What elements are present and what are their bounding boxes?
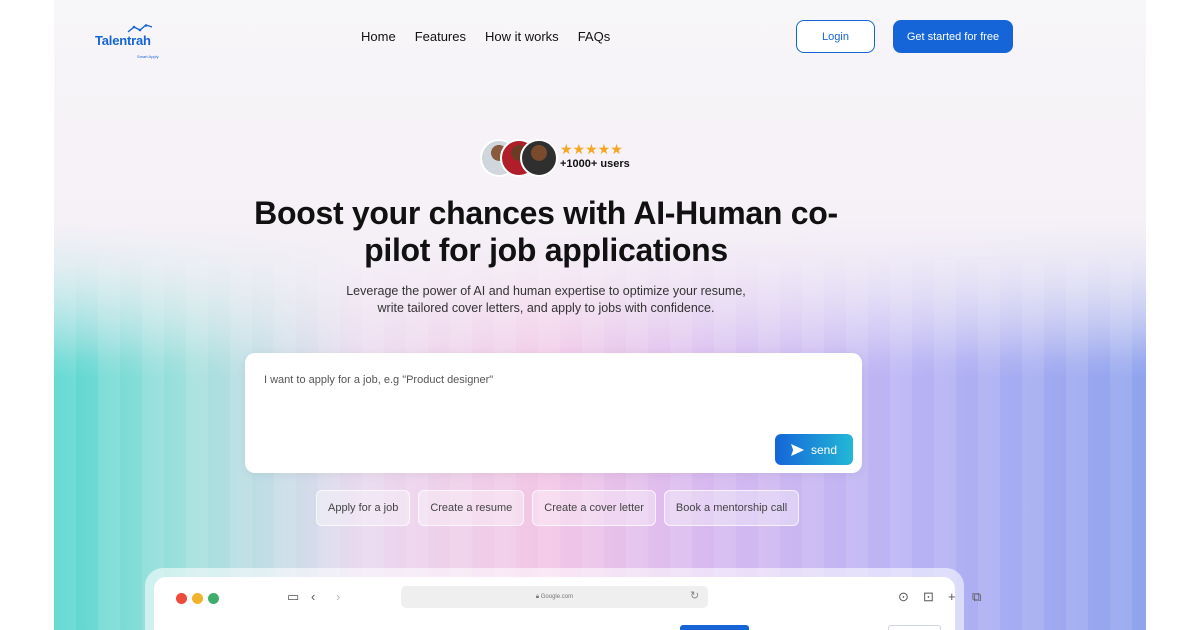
maximize-dot-icon — [208, 593, 219, 604]
send-button[interactable]: send — [775, 434, 853, 465]
send-label: send — [810, 442, 838, 457]
nav-features[interactable]: Features — [415, 29, 466, 44]
chip-create-resume[interactable]: Create a resume — [418, 490, 525, 526]
download-icon: ⊙ — [898, 589, 909, 604]
share-icon: ⊡ — [923, 589, 934, 604]
hero-headline: Boost your chances with AI-Human co-pilo… — [254, 195, 838, 268]
chip-book-mentorship-call[interactable]: Book a mentorship call — [663, 490, 800, 526]
chip-apply-for-job[interactable]: Apply for a job — [316, 490, 411, 526]
main-nav: Home Features How it works FAQs — [361, 29, 610, 44]
logo[interactable]: Talentrah Smart Apply — [95, 24, 165, 60]
job-prompt-box[interactable]: I want to apply for a job, e.g "Product … — [245, 353, 862, 473]
address-bar: 🔒︎ Google.com — [401, 586, 708, 608]
logo-tagline: Smart Apply — [137, 54, 159, 59]
user-avatars — [480, 139, 560, 177]
login-button[interactable]: Login — [796, 20, 875, 53]
nav-home[interactable]: Home — [361, 29, 396, 44]
logo-text: Talentrah — [95, 33, 151, 48]
paper-plane-icon — [791, 443, 804, 456]
forward-icon: › — [336, 589, 341, 604]
get-started-button[interactable]: Get started for free — [893, 20, 1013, 53]
tabs-overview-icon: ⧉ — [972, 589, 982, 604]
nav-faqs[interactable]: FAQs — [578, 29, 611, 44]
reload-icon: ↻ — [690, 590, 700, 602]
close-dot-icon — [176, 593, 187, 604]
prompt-input-placeholder[interactable]: I want to apply for a job, e.g "Product … — [264, 374, 493, 386]
back-icon: ‹ — [311, 589, 316, 604]
minimize-dot-icon — [192, 593, 203, 604]
mockup-outline-peek — [888, 625, 941, 630]
star-rating: ★★★★★ — [560, 141, 623, 157]
new-tab-icon: + — [948, 589, 956, 604]
avatar — [520, 139, 558, 177]
user-count: +1000+ users — [560, 158, 630, 170]
lock-icon: 🔒︎ — [535, 593, 540, 600]
sidebar-icon: ▭ — [287, 589, 300, 604]
address-text: Google.com — [540, 594, 574, 600]
chip-create-cover-letter[interactable]: Create a cover letter — [532, 490, 656, 526]
nav-how-it-works[interactable]: How it works — [485, 29, 559, 44]
quick-actions: Apply for a job Create a resume Create a… — [316, 490, 800, 526]
mockup-button-peek — [680, 625, 749, 630]
hero-subtext: Leverage the power of AI and human exper… — [346, 284, 746, 315]
